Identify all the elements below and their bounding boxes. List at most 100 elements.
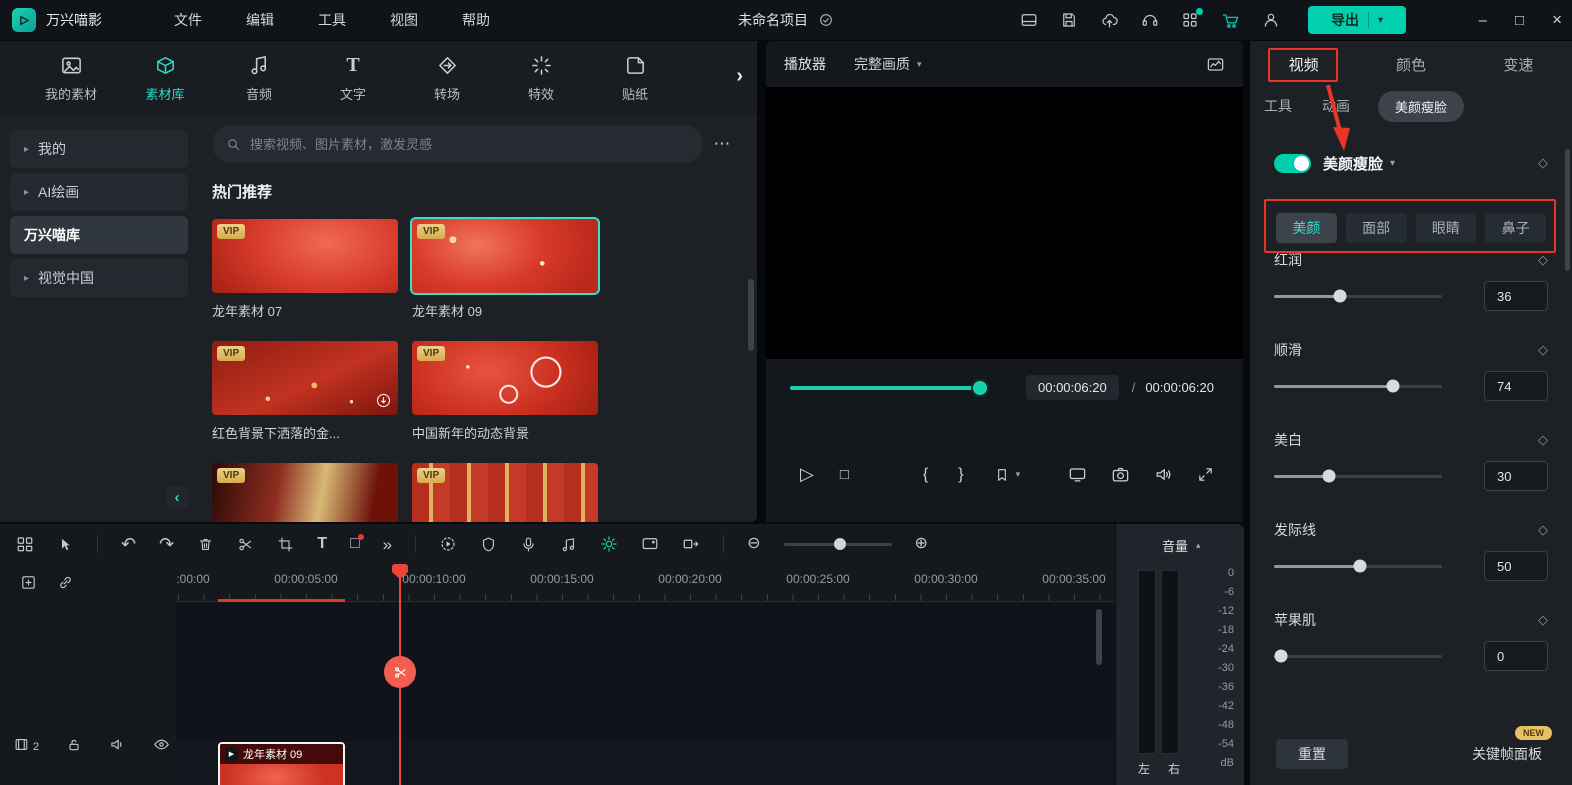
slider-track[interactable] bbox=[1274, 559, 1442, 573]
current-time[interactable]: 00:00:06:20 bbox=[1026, 375, 1119, 400]
download-icon[interactable] bbox=[375, 392, 392, 409]
timeline-clip[interactable]: ▶ 龙年素材 09 bbox=[218, 742, 345, 785]
zoom-handle[interactable] bbox=[833, 538, 846, 550]
track-count-icon[interactable]: 2 bbox=[14, 736, 39, 753]
keyframe-diamond-icon[interactable]: ◇ bbox=[1538, 432, 1548, 448]
mute-track-icon[interactable] bbox=[109, 736, 126, 753]
keyframe-diamond-icon[interactable]: ◇ bbox=[1538, 342, 1548, 358]
headset-icon[interactable] bbox=[1141, 11, 1159, 29]
feature-caret-icon[interactable]: ▾ bbox=[1390, 158, 1395, 169]
menu-file[interactable]: 文件 bbox=[174, 10, 202, 30]
slider-handle[interactable] bbox=[1274, 649, 1288, 663]
thumbnail-cny-background[interactable]: VIP bbox=[412, 341, 598, 415]
mark-in-icon[interactable]: { bbox=[923, 466, 928, 484]
more-options-icon[interactable]: ⋯ bbox=[703, 134, 743, 154]
stabilize-shield-icon[interactable] bbox=[480, 536, 497, 553]
menu-tools[interactable]: 工具 bbox=[318, 10, 346, 30]
playback-progress-handle[interactable] bbox=[973, 380, 987, 395]
select-cursor-icon[interactable] bbox=[57, 536, 74, 553]
mask-tool-icon[interactable]: □ bbox=[350, 534, 364, 553]
tab-my-media[interactable]: 我的素材 bbox=[26, 53, 116, 103]
beauty-tab-face[interactable]: 面部 bbox=[1345, 213, 1407, 243]
workspace-layout-icon[interactable] bbox=[16, 535, 34, 553]
menu-view[interactable]: 视图 bbox=[390, 10, 418, 30]
cart-icon[interactable] bbox=[1221, 11, 1240, 30]
keyframe-diamond-icon[interactable]: ◇ bbox=[1538, 612, 1548, 628]
tab-stickers[interactable]: 贴纸 bbox=[590, 53, 680, 103]
slider-handle[interactable] bbox=[1353, 559, 1367, 573]
tab-effects[interactable]: 特效 bbox=[496, 53, 586, 103]
auto-ripple-icon[interactable] bbox=[682, 535, 700, 553]
zoom-out-icon[interactable]: ⊖ bbox=[747, 536, 760, 552]
keyframe-diamond-icon[interactable]: ◇ bbox=[1538, 252, 1548, 268]
subtab-animation[interactable]: 动画 bbox=[1322, 96, 1350, 116]
media-scrollbar[interactable] bbox=[748, 279, 754, 351]
tab-audio[interactable]: 音频 bbox=[214, 53, 304, 103]
tab-video[interactable]: 视频 bbox=[1250, 54, 1357, 75]
split-scissors-icon[interactable] bbox=[237, 536, 254, 553]
crop-icon[interactable] bbox=[277, 536, 294, 553]
volume-speaker-icon[interactable] bbox=[1154, 465, 1173, 484]
slider-value-input[interactable]: 74 bbox=[1484, 371, 1548, 401]
thumbnail-partial-1[interactable]: VIP bbox=[212, 463, 398, 522]
mirror-display-icon[interactable] bbox=[1068, 465, 1087, 484]
maximize-button[interactable]: □ bbox=[1515, 12, 1524, 29]
thumbnail-longnian-09-selected[interactable]: VIP bbox=[410, 217, 600, 295]
slider-track[interactable] bbox=[1274, 649, 1442, 663]
add-to-track-icon[interactable] bbox=[20, 574, 37, 591]
slider-value-input[interactable]: 0 bbox=[1484, 641, 1548, 671]
keyframe-panel-button[interactable]: 关键帧面板 NEW bbox=[1468, 726, 1552, 769]
sidebar-item-mine[interactable]: ▸ 我的 bbox=[10, 130, 188, 168]
beauty-tab-beauty[interactable]: 美颜 bbox=[1276, 213, 1337, 243]
timeline-zoom-slider[interactable] bbox=[783, 538, 892, 550]
link-clips-icon[interactable] bbox=[57, 574, 74, 591]
stop-button-icon[interactable]: □ bbox=[840, 466, 849, 483]
volume-collapse-icon[interactable]: ▴ bbox=[1196, 540, 1201, 551]
screen-record-icon[interactable] bbox=[641, 535, 659, 553]
delete-icon[interactable] bbox=[197, 536, 214, 553]
search-input[interactable] bbox=[250, 136, 689, 152]
more-tools-icon[interactable]: » bbox=[383, 536, 392, 553]
render-preview-icon[interactable] bbox=[600, 535, 618, 553]
properties-scrollbar[interactable] bbox=[1565, 149, 1570, 271]
layout-icon[interactable] bbox=[1020, 11, 1038, 29]
scopes-icon[interactable] bbox=[1206, 55, 1225, 74]
playback-progress-bar[interactable] bbox=[790, 380, 987, 395]
redo-icon[interactable]: ↷ bbox=[159, 535, 174, 553]
tab-transition[interactable]: 转场 bbox=[402, 53, 492, 103]
beauty-tab-eyes[interactable]: 眼睛 bbox=[1415, 213, 1477, 243]
export-button[interactable]: 导出 ▾ bbox=[1308, 6, 1406, 34]
video-preview[interactable] bbox=[766, 87, 1243, 359]
zoom-in-icon[interactable]: ⊕ bbox=[915, 536, 928, 552]
add-text-icon[interactable]: T bbox=[317, 535, 327, 553]
reset-button[interactable]: 重置 bbox=[1276, 739, 1348, 769]
beauty-tab-nose[interactable]: 鼻子 bbox=[1485, 213, 1546, 243]
thumbnail-partial-2[interactable]: VIP bbox=[412, 463, 598, 522]
playhead-handle[interactable] bbox=[392, 564, 408, 579]
sidebar-item-wondershare-library[interactable]: 万兴喵库 bbox=[10, 216, 188, 254]
hide-track-icon[interactable] bbox=[153, 736, 170, 753]
lock-track-icon[interactable] bbox=[66, 737, 82, 753]
marker-caret-icon[interactable]: ▾ bbox=[1016, 469, 1021, 480]
account-icon[interactable] bbox=[1262, 11, 1280, 29]
sidebar-item-vcg[interactable]: ▸ 视觉中国 bbox=[10, 259, 188, 297]
project-name[interactable]: 未命名项目 bbox=[738, 10, 808, 30]
keyframe-diamond-icon[interactable]: ◇ bbox=[1538, 155, 1548, 171]
timeline-scrollbar[interactable] bbox=[1096, 609, 1102, 665]
sidebar-item-ai-painting[interactable]: ▸ AI绘画 bbox=[10, 173, 188, 211]
slider-track[interactable] bbox=[1274, 379, 1442, 393]
menu-edit[interactable]: 编辑 bbox=[246, 10, 274, 30]
subtab-tools[interactable]: 工具 bbox=[1264, 96, 1292, 116]
tab-stock-library[interactable]: 素材库 bbox=[120, 53, 210, 103]
marker-icon[interactable] bbox=[994, 467, 1010, 483]
audio-music-icon[interactable] bbox=[560, 536, 577, 553]
snapshot-camera-icon[interactable] bbox=[1111, 465, 1130, 484]
tabs-expand-arrow-icon[interactable]: › bbox=[736, 65, 743, 88]
slider-track[interactable] bbox=[1274, 289, 1442, 303]
slider-value-input[interactable]: 36 bbox=[1484, 281, 1548, 311]
voiceover-mic-icon[interactable] bbox=[520, 536, 537, 553]
cloud-upload-icon[interactable] bbox=[1100, 11, 1119, 30]
fullscreen-icon[interactable] bbox=[1197, 466, 1214, 483]
save-icon[interactable] bbox=[1060, 11, 1078, 29]
slider-value-input[interactable]: 30 bbox=[1484, 461, 1548, 491]
